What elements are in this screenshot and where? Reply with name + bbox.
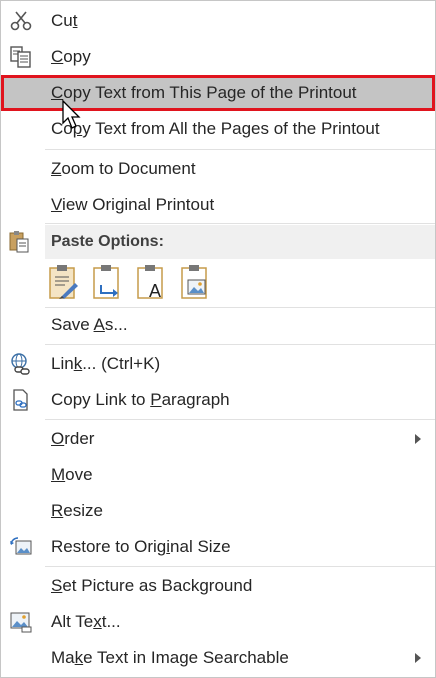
menu-item-restore-original-size[interactable]: Restore to Original Size	[1, 529, 435, 565]
menu-separator	[45, 344, 435, 345]
menu-item-cut[interactable]: Cut	[1, 3, 435, 39]
menu-separator	[45, 566, 435, 567]
keep-source-formatting-icon[interactable]	[47, 263, 83, 301]
paste-options-label: Paste Options:	[51, 233, 164, 250]
menu-item-copy[interactable]: Copy	[1, 39, 435, 75]
submenu-arrow-icon	[415, 653, 421, 663]
menu-item-save-as[interactable]: Save As...	[1, 307, 435, 343]
link-page-icon	[7, 386, 35, 414]
menu-item-link[interactable]: Link... (Ctrl+K)	[1, 346, 435, 382]
clipboard-paste-icon	[7, 229, 35, 257]
paste-options-header: Paste Options:	[45, 225, 435, 259]
context-menu: Cut Copy Copy Text from This Page of the…	[0, 0, 436, 678]
restore-picture-icon	[7, 533, 35, 561]
alt-text-icon	[7, 608, 35, 636]
menu-item-label: Save As...	[51, 315, 128, 334]
menu-item-label: Alt Text...	[51, 612, 121, 631]
menu-item-label: Zoom to Document	[51, 159, 196, 178]
paste-options-row: A	[45, 263, 245, 303]
mouse-cursor-icon	[62, 99, 81, 129]
submenu-arrow-icon	[415, 434, 421, 444]
menu-separator	[45, 223, 435, 224]
menu-item-label: Restore to Original Size	[51, 537, 231, 556]
menu-item-label: Make Text in Image Searchable	[51, 648, 289, 667]
menu-item-set-picture-background[interactable]: Set Picture as Background	[1, 568, 435, 604]
menu-item-label: Set Picture as Background	[51, 576, 253, 595]
menu-separator	[45, 149, 435, 150]
link-globe-icon	[7, 350, 35, 378]
menu-item-label: Order	[51, 429, 95, 448]
menu-item-label: Copy Text from All the Pages of the Prin…	[51, 119, 380, 138]
menu-item-label: Cut	[51, 11, 78, 30]
menu-item-label: Link... (Ctrl+K)	[51, 354, 161, 373]
paste-as-picture-icon[interactable]	[179, 263, 215, 301]
svg-text:A: A	[149, 281, 161, 301]
menu-item-resize[interactable]: Resize	[1, 493, 435, 529]
menu-item-alt-text[interactable]: Alt Text...	[1, 604, 435, 640]
merge-formatting-icon[interactable]	[91, 263, 127, 301]
menu-item-copy-link-to-paragraph[interactable]: Copy Link to Paragraph	[1, 382, 435, 418]
menu-item-label: Copy Link to Paragraph	[51, 390, 230, 409]
menu-item-label: Move	[51, 465, 93, 484]
menu-item-make-text-searchable[interactable]: Make Text in Image Searchable	[1, 640, 435, 676]
menu-item-label: View Original Printout	[51, 195, 215, 214]
menu-item-label: Resize	[51, 501, 103, 520]
scissors-icon	[7, 7, 35, 35]
menu-item-move[interactable]: Move	[1, 457, 435, 493]
menu-item-order[interactable]: Order	[1, 421, 435, 457]
menu-item-label: Copy	[51, 47, 91, 66]
copy-icon	[7, 43, 35, 71]
menu-item-zoom-to-document[interactable]: Zoom to Document	[1, 151, 435, 187]
menu-item-label: Copy Text from This Page of the Printout	[51, 83, 357, 102]
menu-item-view-original-printout[interactable]: View Original Printout	[1, 187, 435, 223]
keep-text-only-icon[interactable]: A	[135, 263, 171, 301]
menu-separator	[45, 419, 435, 420]
